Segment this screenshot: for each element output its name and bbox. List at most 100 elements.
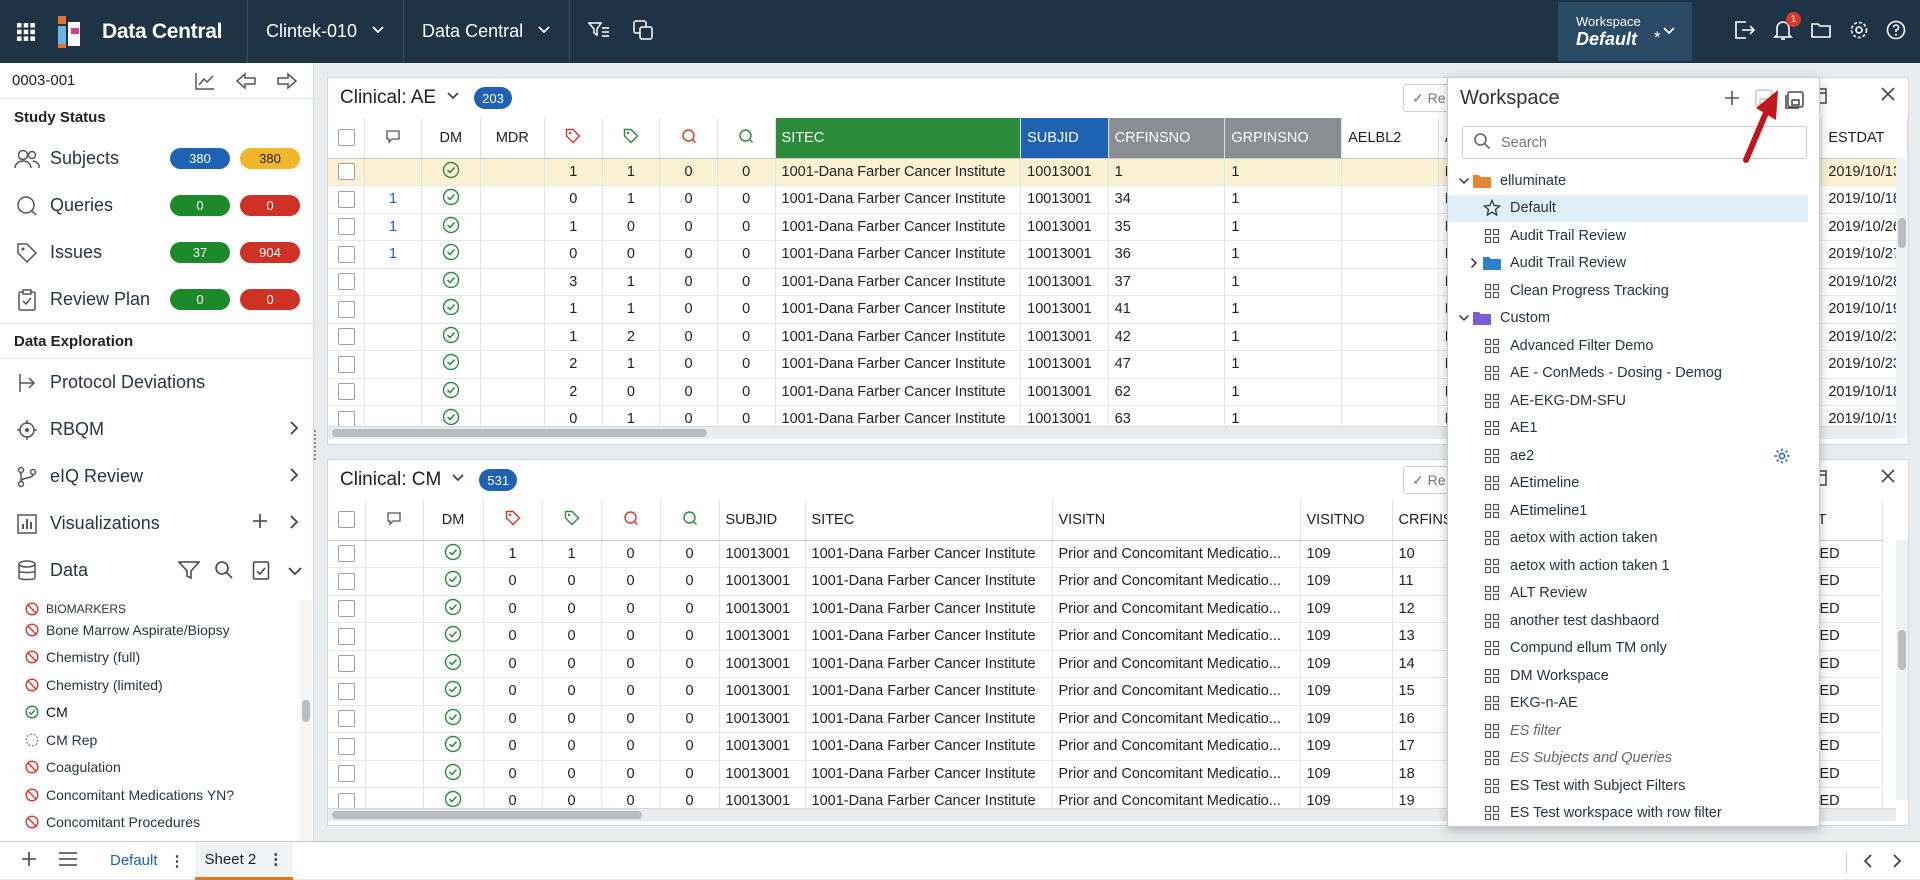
workspace-item[interactable]: AE-EKG-DM-SFU [1448,387,1819,415]
list-item[interactable]: CM [0,699,314,727]
nav-eiq-review[interactable]: eIQ Review [0,453,313,500]
issue-closed-count[interactable]: 1 [602,158,661,186]
scroll-thumb[interactable] [332,429,707,437]
status-count-a[interactable]: 0 [170,289,230,310]
workspace-item[interactable]: aetox with action taken [1448,525,1819,553]
chevron-down-icon[interactable] [1456,175,1472,187]
column-header[interactable]: AELBL2 [1341,118,1439,159]
nav-visualizations[interactable]: Visualizations [0,500,313,547]
row-checkbox[interactable] [337,218,355,236]
chevron-right-icon[interactable] [1466,257,1482,269]
close-icon[interactable] [1880,86,1896,108]
issue-closed-count[interactable]: 0 [542,677,602,706]
column-header[interactable] [542,500,602,541]
row-checkbox[interactable] [337,710,355,728]
status-subjects[interactable]: Subjects 380 380 [0,135,313,182]
sheet-tab-default[interactable]: Default ⋮ [100,842,195,880]
query-closed-count[interactable]: 0 [660,732,720,761]
issue-open-count[interactable]: 0 [483,705,543,733]
issue-closed-count[interactable]: 0 [602,378,661,406]
workspace-button[interactable]: Workspace Default * [1558,2,1692,61]
workspace-item[interactable]: ES filter [1448,717,1819,745]
comment-count[interactable]: 1 [364,213,422,241]
panel-title[interactable]: Clinical: AE [340,87,436,109]
query-open-count[interactable]: 0 [659,268,718,296]
query-closed-count[interactable]: 0 [717,378,776,406]
query-closed-count[interactable]: 0 [717,213,776,241]
workspace-item[interactable]: Audit Trail Review [1448,222,1819,250]
workspace-item[interactable]: AEtimeline1 [1448,497,1819,525]
workspace-item[interactable]: ES Subjects and Queries [1448,745,1819,773]
sidebar-scrollbar[interactable] [300,600,312,841]
previous-arrow-icon[interactable] [235,71,257,95]
more-vertical-icon[interactable]: ⋮ [170,852,185,870]
status-issues[interactable]: Issues 37 904 [0,229,313,276]
query-closed-count[interactable]: 0 [660,567,720,596]
issue-closed-count[interactable]: 0 [542,622,602,651]
nav-rbqm[interactable]: RBQM [0,406,313,453]
column-header[interactable] [328,118,366,159]
scroll-thumb[interactable] [1898,218,1906,248]
row-checkbox[interactable] [337,600,355,618]
ae-vscrollbar[interactable] [1896,158,1908,438]
workspace-item[interactable]: AEtimeline [1448,470,1819,498]
more-vertical-icon[interactable]: ⋮ [268,850,283,868]
column-header[interactable]: VISITN [1052,500,1301,541]
add-sheet-icon[interactable] [20,850,38,872]
panel-title[interactable]: Clinical: CM [340,469,441,491]
row-checkbox[interactable] [337,572,355,590]
scroll-thumb[interactable] [302,700,310,722]
list-item[interactable]: Chemistry (full) [0,644,314,672]
issue-closed-count[interactable]: 0 [602,240,661,269]
save-as-icon[interactable] [1784,88,1806,116]
comment-count[interactable] [364,323,422,351]
issue-open-count[interactable]: 0 [483,622,543,651]
chevron-down-icon[interactable] [1456,312,1472,324]
query-open-count[interactable]: 0 [659,378,718,406]
row-checkbox[interactable] [337,682,355,700]
sheet-tab-sheet-2[interactable]: Sheet 2 ⋮ [194,841,294,880]
help-icon[interactable] [1886,20,1906,44]
status-count-b[interactable]: 0 [240,195,300,216]
gear-icon[interactable] [1849,20,1869,44]
row-checkbox[interactable] [337,190,355,208]
row-checkbox[interactable] [337,355,355,373]
query-closed-count[interactable]: 0 [660,595,720,623]
column-header[interactable]: GRPINSNO [1224,118,1343,159]
status-review-plan[interactable]: Review Plan 0 0 [0,276,313,323]
workspace-scrollbar[interactable] [1808,173,1819,826]
workspace-item[interactable]: DM Workspace [1448,662,1819,690]
workspace-folder[interactable]: elluminate [1448,167,1819,195]
query-closed-count[interactable]: 0 [717,350,776,379]
workspace-item[interactable]: Clean Progress Tracking [1448,277,1819,305]
list-item[interactable]: Coagulation [0,754,314,782]
column-header[interactable]: SITEC [775,118,1022,159]
list-item[interactable]: Concomitant Procedures [0,809,314,837]
scroll-thumb[interactable] [1898,630,1906,670]
comment-count[interactable] [365,705,424,733]
workspace-item[interactable]: EKG-n-AE [1448,690,1819,718]
comment-count[interactable] [365,595,424,623]
query-closed-count[interactable]: 0 [660,540,720,568]
query-open-count[interactable]: 0 [601,567,661,596]
module-dropdown[interactable]: Data Central [404,0,569,63]
issue-open-count[interactable]: 0 [483,677,543,706]
query-open-count[interactable]: 0 [659,240,718,269]
issue-open-count[interactable]: 1 [544,323,603,351]
row-checkbox[interactable] [337,545,355,563]
status-count-a[interactable]: 0 [170,195,230,216]
issue-closed-count[interactable]: 0 [542,567,602,596]
comment-count[interactable] [364,295,422,324]
query-closed-count[interactable]: 0 [717,323,776,351]
comment-count[interactable] [365,622,424,651]
folder-icon[interactable] [1810,20,1832,44]
issue-open-count[interactable]: 0 [483,595,543,623]
workspace-item[interactable]: Advanced Filter Demo [1448,332,1819,360]
issue-closed-count[interactable]: 1 [602,295,661,324]
column-header[interactable] [717,118,776,159]
column-header[interactable]: VISITNO [1300,500,1393,541]
comment-count[interactable] [365,540,424,568]
row-checkbox[interactable] [337,383,355,401]
column-header[interactable] [364,118,422,159]
issue-open-count[interactable]: 0 [483,567,543,596]
